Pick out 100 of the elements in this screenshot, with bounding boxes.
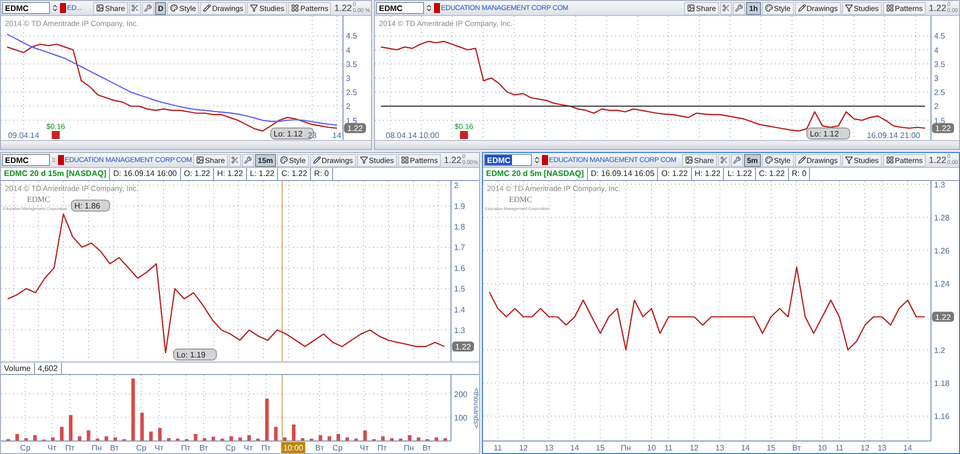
scroll-bar[interactable] — [375, 140, 959, 149]
axis-tick-label: 1.2 — [934, 346, 946, 355]
volume-bar — [444, 438, 448, 441]
axis-tick-label: 13 — [715, 444, 724, 452]
volume-bar — [408, 435, 412, 441]
image-icon — [96, 4, 104, 12]
last-price: 1.22 — [444, 155, 462, 165]
axis-tick-label: 2 — [346, 102, 350, 112]
quote-field: L: 1.22 — [246, 168, 278, 180]
axis-tick-label: Ср — [20, 444, 30, 452]
last-price: 1.22 — [928, 155, 946, 165]
volume-bar — [15, 434, 19, 441]
quote-field: L: 1.22 — [724, 168, 756, 180]
axis-tick-label: 1.16 — [934, 412, 950, 422]
wrench-icon — [244, 156, 252, 164]
axis-tick-label: 4.5 — [934, 32, 946, 41]
quote-field: D: 16.09.14 16:00 — [110, 168, 181, 180]
grid-icon — [886, 4, 894, 12]
dividend-marker-icon[interactable] — [52, 131, 60, 139]
dropdown-icon[interactable] — [425, 4, 433, 12]
volume-bar — [212, 436, 216, 441]
axis-tick-label: 1.24 — [934, 280, 950, 289]
symbol-field[interactable]: EDMC — [484, 154, 532, 166]
grid-icon — [886, 156, 894, 164]
last-price-label: 1.22 — [932, 312, 954, 322]
pencil-icon — [798, 4, 806, 12]
axis-tick-label: 09.04.14 — [8, 131, 40, 140]
image-icon — [687, 4, 696, 12]
symbol-field[interactable]: EDMC — [2, 154, 50, 166]
volume-bar — [68, 415, 72, 441]
axis-tick-label: 1.5 — [934, 116, 946, 126]
scissors-button[interactable] — [720, 2, 732, 14]
volume-bar — [86, 430, 90, 441]
axis-tick-label: 3 — [934, 74, 938, 83]
wrench-button[interactable] — [733, 2, 746, 14]
quote-field: H: 1.22 — [214, 168, 247, 180]
axis-tick-label: 14 — [332, 131, 342, 140]
scroll-bar[interactable] — [1, 140, 371, 149]
axis-tick-label: 1.3 — [454, 326, 466, 335]
axis-tick-label: Пт — [65, 444, 75, 452]
quote-field: C: 1.22 — [278, 168, 312, 180]
volume-bar — [363, 430, 367, 441]
volume-bar — [51, 437, 55, 441]
volume-bar — [60, 426, 64, 441]
wrench-button[interactable] — [242, 154, 254, 166]
volume-bar — [398, 438, 402, 441]
volume-bar — [345, 437, 349, 441]
grid-icon — [291, 4, 300, 12]
axis-tick-label: Пн — [620, 444, 631, 452]
axis-tick-label: Чт — [48, 444, 57, 452]
volume-bar — [131, 378, 135, 441]
scissors-button[interactable] — [129, 2, 141, 14]
funnel-icon — [844, 4, 853, 12]
axis-tick-label: 100 — [454, 413, 468, 422]
axis-tick-label: Пн — [92, 444, 102, 452]
axis-tick-label: 3.5 — [346, 60, 358, 69]
axis-tick-label: 1.28 — [934, 213, 950, 222]
palette-icon — [764, 4, 773, 12]
volume-bar — [256, 438, 260, 441]
grid-icon — [400, 156, 409, 164]
dropdown-icon[interactable] — [533, 156, 541, 164]
volume-bar — [328, 436, 332, 441]
volume-bar — [194, 434, 198, 441]
volume-reading: 4,602 — [34, 363, 62, 374]
axis-tick-label: 1.3 — [934, 181, 946, 190]
axis-tick-label: 15 — [596, 444, 605, 452]
volume-bar — [434, 437, 438, 441]
axis-tick-label: 14 — [740, 444, 750, 452]
volume-bar — [265, 398, 269, 441]
axis-tick-label: 13 — [878, 444, 886, 452]
wrench-icon — [732, 156, 741, 164]
cursor-line — [282, 375, 283, 442]
dropdown-icon[interactable] — [51, 4, 59, 12]
dropdown-icon[interactable] — [51, 156, 57, 164]
axis-tick-label: 11 — [494, 444, 502, 452]
volume-bar — [229, 436, 234, 441]
axis-tick-label: 4 — [346, 46, 350, 55]
quote-field: C: 1.22 — [756, 168, 789, 180]
pencil-icon — [203, 4, 212, 12]
axis-tick-label: 13 — [544, 444, 554, 452]
symbol-field[interactable]: EDMC — [2, 2, 50, 14]
volume-bar — [336, 434, 340, 441]
axis-tick-label: 12 — [518, 444, 528, 452]
wrench-button[interactable] — [730, 154, 743, 166]
link-group-icon[interactable] — [58, 155, 64, 165]
axis-tick-label: Чт — [244, 444, 253, 452]
palette-icon — [170, 4, 178, 12]
axis-tick-label: 2.5 — [346, 88, 358, 98]
volume-bar — [33, 435, 37, 441]
volume-bar — [104, 436, 108, 441]
wrench-button[interactable] — [142, 2, 154, 14]
image-icon — [196, 156, 204, 164]
volume-bar — [220, 438, 224, 441]
volume-bar — [354, 438, 358, 441]
scissors-button[interactable] — [718, 154, 730, 166]
volume-bar — [274, 426, 278, 441]
last-price-label: 1.22 — [932, 123, 954, 134]
scissors-button[interactable] — [228, 154, 241, 166]
funnel-icon — [360, 156, 368, 164]
symbol-field[interactable]: EDMC — [376, 2, 424, 14]
